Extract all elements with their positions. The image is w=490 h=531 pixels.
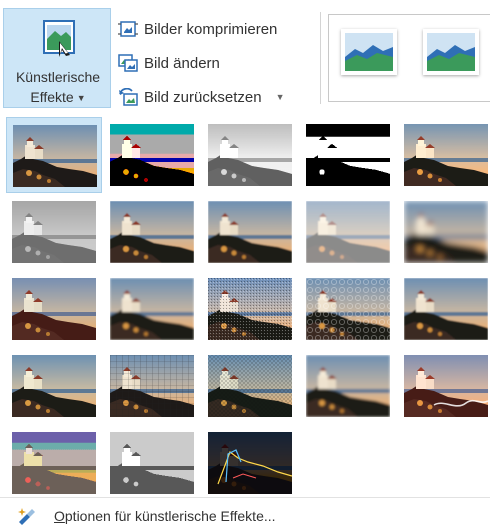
effect-cutout[interactable] bbox=[6, 425, 102, 501]
effect-crisscross-etching-thumbnail bbox=[208, 355, 292, 417]
effect-plastic-wrap-thumbnail bbox=[404, 355, 488, 417]
effect-texturizer-thumbnail bbox=[110, 355, 194, 417]
effect-line-drawing[interactable] bbox=[398, 117, 490, 193]
effect-mosaic-bubbles-thumbnail bbox=[306, 278, 390, 340]
effect-glow-diffused-thumbnail bbox=[306, 201, 390, 263]
effect-mosaic-bubbles[interactable] bbox=[300, 271, 396, 347]
effect-blur[interactable] bbox=[398, 194, 490, 270]
effect-glow-edges-thumbnail bbox=[208, 432, 292, 494]
dropdown-arrow-icon: ▼ bbox=[76, 93, 86, 104]
picture-styles-gallery bbox=[328, 14, 490, 102]
effect-cement-thumbnail bbox=[12, 355, 96, 417]
picture-format-ribbon: Künstlerische Effekte ▼ Bilder komprimier… bbox=[0, 0, 490, 115]
effect-crisscross-etching[interactable] bbox=[202, 348, 298, 424]
effect-marker-thumbnail bbox=[110, 124, 194, 186]
ribbon-separator bbox=[320, 12, 321, 104]
reset-picture-button[interactable]: Bild zurücksetzen ▼ bbox=[118, 86, 284, 108]
effect-pencil-sketch-thumbnail bbox=[306, 124, 390, 186]
artistic-effects-label-2: Effekte ▼ bbox=[30, 89, 86, 105]
reset-picture-label: Bild zurücksetzen bbox=[144, 88, 262, 106]
picture-style-1[interactable] bbox=[341, 29, 397, 75]
effect-texturizer[interactable] bbox=[104, 348, 200, 424]
effect-none-thumbnail bbox=[13, 125, 97, 187]
effect-paint-brush[interactable] bbox=[202, 194, 298, 270]
effect-pencil-grayscale[interactable] bbox=[202, 117, 298, 193]
effect-marker[interactable] bbox=[104, 117, 200, 193]
effect-line-drawing-thumbnail bbox=[404, 124, 488, 186]
effect-glass-thumbnail bbox=[404, 278, 488, 340]
effect-chalk-sketch-thumbnail bbox=[12, 201, 96, 263]
artistic-effects-options-label: Optionen für künstlerische Effekte... bbox=[54, 508, 276, 524]
effect-plastic-wrap[interactable] bbox=[398, 348, 490, 424]
effect-paint-strokes-thumbnail bbox=[110, 201, 194, 263]
effect-pencil-grayscale-thumbnail bbox=[208, 124, 292, 186]
effect-film-grain-thumbnail bbox=[208, 278, 292, 340]
effect-photocopy[interactable] bbox=[104, 425, 200, 501]
artistic-effects-options-button[interactable]: Optionen für künstlerische Effekte... bbox=[16, 506, 276, 526]
compress-pictures-button[interactable]: Bilder komprimieren bbox=[118, 18, 277, 40]
effect-light-screen-thumbnail bbox=[12, 278, 96, 340]
change-picture-icon bbox=[118, 54, 138, 72]
effect-photocopy-thumbnail bbox=[110, 432, 194, 494]
effect-pastels-smooth-thumbnail bbox=[306, 355, 390, 417]
effect-blur-thumbnail bbox=[404, 201, 488, 263]
reset-dropdown-arrow-icon[interactable]: ▼ bbox=[276, 92, 285, 102]
change-picture-label: Bild ändern bbox=[144, 54, 220, 72]
footer-separator bbox=[0, 497, 490, 498]
artistic-effects-label: Künstlerische bbox=[15, 69, 101, 85]
effect-none[interactable] bbox=[6, 117, 102, 193]
effect-chalk-sketch[interactable] bbox=[6, 194, 102, 270]
effect-watercolor-sponge[interactable] bbox=[104, 271, 200, 347]
effect-glow-diffused[interactable] bbox=[300, 194, 396, 270]
artistic-effects-button[interactable]: Künstlerische Effekte ▼ bbox=[3, 8, 111, 108]
effect-film-grain[interactable] bbox=[202, 271, 298, 347]
change-picture-button[interactable]: Bild ändern bbox=[118, 52, 220, 74]
effect-paint-brush-thumbnail bbox=[208, 201, 292, 263]
reset-picture-icon bbox=[119, 88, 138, 106]
effect-watercolor-sponge-thumbnail bbox=[110, 278, 194, 340]
effect-paint-strokes[interactable] bbox=[104, 194, 200, 270]
compress-pictures-label: Bilder komprimieren bbox=[144, 20, 278, 38]
effect-light-screen[interactable] bbox=[6, 271, 102, 347]
artistic-effects-gallery bbox=[0, 114, 490, 496]
artistic-effects-options-icon bbox=[18, 508, 35, 525]
effect-cement[interactable] bbox=[6, 348, 102, 424]
effect-glass[interactable] bbox=[398, 271, 490, 347]
effect-pencil-sketch[interactable] bbox=[300, 117, 396, 193]
artistic-effects-icon bbox=[43, 20, 75, 57]
picture-style-2[interactable] bbox=[423, 29, 479, 75]
picture-style-2-icon bbox=[427, 33, 475, 71]
picture-style-1-icon bbox=[345, 33, 393, 71]
compress-pictures-icon bbox=[118, 21, 138, 37]
effect-cutout-thumbnail bbox=[12, 432, 96, 494]
effect-pastels-smooth[interactable] bbox=[300, 348, 396, 424]
effect-glow-edges[interactable] bbox=[202, 425, 298, 501]
